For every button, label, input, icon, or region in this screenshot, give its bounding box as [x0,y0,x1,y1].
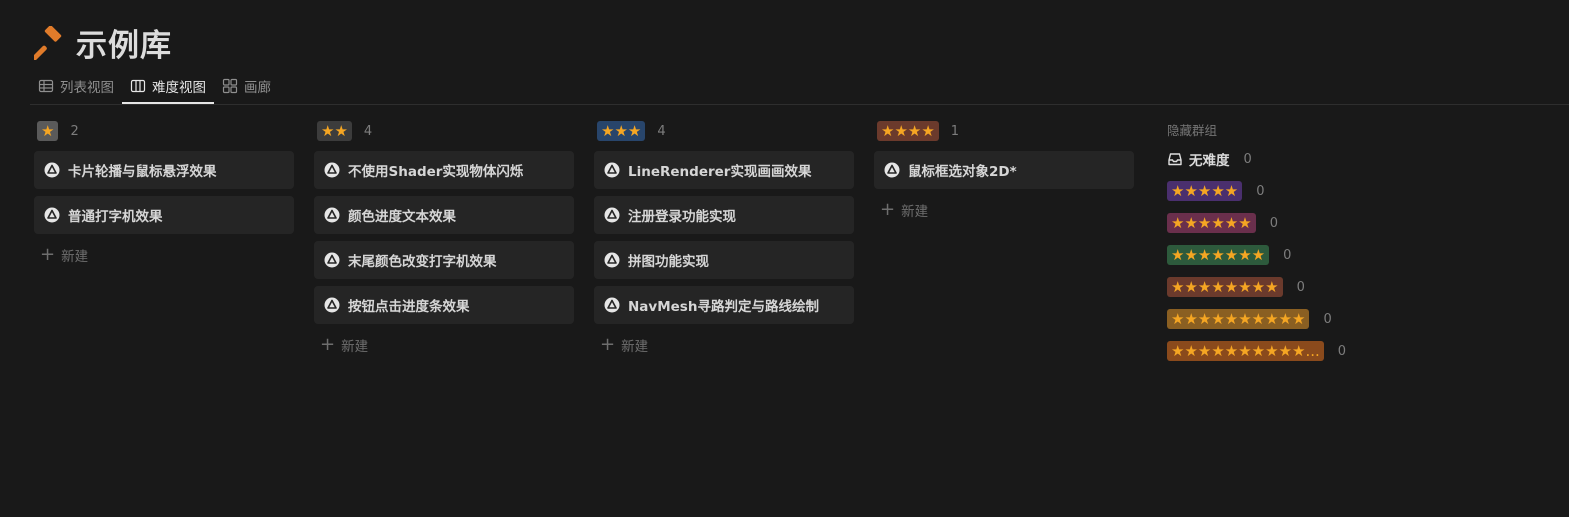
unity-icon [324,207,340,223]
page-header: 示例库 [34,20,172,65]
tab-difficulty-view[interactable]: 难度视图 [122,70,214,104]
new-label: 新建 [61,249,89,265]
card-title: 拼图功能实现 [628,254,709,270]
difficulty-badge: ★★★★★★★★★★... [1167,341,1324,361]
hidden-group[interactable]: ★★★★★★ 0 [1167,207,1467,239]
group-count: 0 [1323,311,1332,327]
group-count: 0 [1243,151,1252,167]
new-card-button[interactable]: + 新建 [874,196,1134,224]
table-icon [38,79,54,93]
group-count: 0 [1269,215,1278,231]
card-title: 末尾颜色改变打字机效果 [348,254,497,270]
hidden-group[interactable]: ★★★★★★★★★★... 0 [1167,335,1467,367]
column-count: 4 [657,123,666,139]
tab-gallery[interactable]: 画廊 [214,70,279,102]
card-title: 按钮点击进度条效果 [348,299,470,315]
unity-icon [884,162,900,178]
card[interactable]: 颜色进度文本效果 [314,196,574,234]
plus-icon: + [320,334,336,355]
group-count: 0 [1296,279,1305,295]
column-header: ★★★ 4 [594,119,854,143]
card-title: 注册登录功能实现 [628,209,736,225]
card[interactable]: 拼图功能实现 [594,241,854,279]
inbox-icon [1168,153,1182,166]
plus-icon: + [40,244,56,265]
plus-icon: + [880,199,896,220]
tab-label: 列表视图 [60,80,114,96]
difficulty-badge: ★★★★★★★ [1167,245,1270,265]
board-column-2-stars: ★★ 4 不使用Shader实现物体闪烁 颜色进度文本效果 末尾颜色改变打字机效… [314,119,574,359]
unity-icon [604,207,620,223]
plus-icon: + [600,334,616,355]
difficulty-badge[interactable]: ★★★★ [877,121,939,141]
card[interactable]: 普通打字机效果 [34,196,294,234]
unity-icon [604,297,620,313]
card[interactable]: 末尾颜色改变打字机效果 [314,241,574,279]
difficulty-badge[interactable]: ★ [37,121,59,141]
difficulty-badge: ★★★★★★★★ [1167,277,1283,297]
card[interactable]: 按钮点击进度条效果 [314,286,574,324]
new-label: 新建 [341,339,369,355]
difficulty-badge: ★★★★★ [1167,181,1243,201]
board-column-3-stars: ★★★ 4 LineRenderer实现画画效果 注册登录功能实现 拼图功能实现… [594,119,854,359]
new-label: 新建 [621,339,649,355]
difficulty-badge[interactable]: ★★ [317,121,352,141]
page-title: 示例库 [76,28,172,64]
hidden-group[interactable]: ★★★★★ 0 [1167,175,1467,207]
board-column-1-star: ★ 2 卡片轮播与鼠标悬浮效果 普通打字机效果 + 新建 [34,119,294,269]
new-card-button[interactable]: + 新建 [34,241,294,269]
unity-icon [324,162,340,178]
hidden-group[interactable]: ★★★★★★★★ 0 [1167,271,1467,303]
unity-icon [44,162,60,178]
hidden-group[interactable]: ★★★★★★★★★★ 0 [1167,303,1467,335]
column-count: 4 [363,123,373,139]
tab-divider [30,104,1569,105]
card[interactable]: NavMesh寻路判定与路线绘制 [594,286,854,324]
unity-icon [604,162,620,178]
tab-label: 难度视图 [152,80,206,96]
column-count: 1 [950,123,960,139]
card-title: 普通打字机效果 [68,209,163,225]
unity-icon [604,252,620,268]
difficulty-badge[interactable]: ★★★ [597,121,646,141]
card[interactable]: 卡片轮播与鼠标悬浮效果 [34,151,294,189]
column-count: 2 [70,123,79,139]
no-difficulty-label: 无难度 [1189,153,1230,169]
gallery-icon [222,78,238,94]
card-title: 鼠标框选对象2D* [908,164,1017,180]
difficulty-badge: ★★★★★★★★★★ [1167,309,1310,329]
hidden-groups-title: 隐藏群组 [1167,123,1218,138]
new-card-button[interactable]: + 新建 [594,331,854,359]
card[interactable]: LineRenderer实现画画效果 [594,151,854,189]
column-header: ★★ 4 [314,119,574,143]
card-title: 卡片轮播与鼠标悬浮效果 [68,164,217,180]
card[interactable]: 注册登录功能实现 [594,196,854,234]
column-header: ★ 2 [34,119,294,143]
card-title: 颜色进度文本效果 [348,209,456,225]
hidden-group[interactable]: ★★★★★★★ 0 [1167,239,1467,271]
view-tabs: 列表视图 难度视图 画廊 [30,70,279,104]
card[interactable]: 鼠标框选对象2D* [874,151,1134,189]
unity-icon [44,207,60,223]
card[interactable]: 不使用Shader实现物体闪烁 [314,151,574,189]
board-icon [130,79,146,93]
column-header: ★★★★ 1 [874,119,1134,143]
card-title: NavMesh寻路判定与路线绘制 [628,299,819,315]
hidden-groups-panel: 隐藏群组 无难度 0 ★★★★★ 0 ★★★★★★ 0 ★★★★★★★ 0 ★★… [1167,119,1467,367]
new-label: 新建 [901,204,929,220]
difficulty-badge: ★★★★★★ [1167,213,1256,233]
hammer-icon [34,25,62,60]
unity-icon [324,297,340,313]
hidden-group-no-difficulty[interactable]: 无难度 0 [1167,143,1467,175]
card-title: LineRenderer实现画画效果 [628,164,812,180]
tab-list-view[interactable]: 列表视图 [30,70,122,102]
group-count: 0 [1337,343,1347,359]
group-count: 0 [1256,183,1265,199]
group-count: 0 [1283,247,1292,263]
unity-icon [324,252,340,268]
tab-label: 画廊 [244,80,271,96]
card-title: 不使用Shader实现物体闪烁 [348,164,524,180]
board-column-4-stars: ★★★★ 1 鼠标框选对象2D* + 新建 [874,119,1134,224]
new-card-button[interactable]: + 新建 [314,331,574,359]
